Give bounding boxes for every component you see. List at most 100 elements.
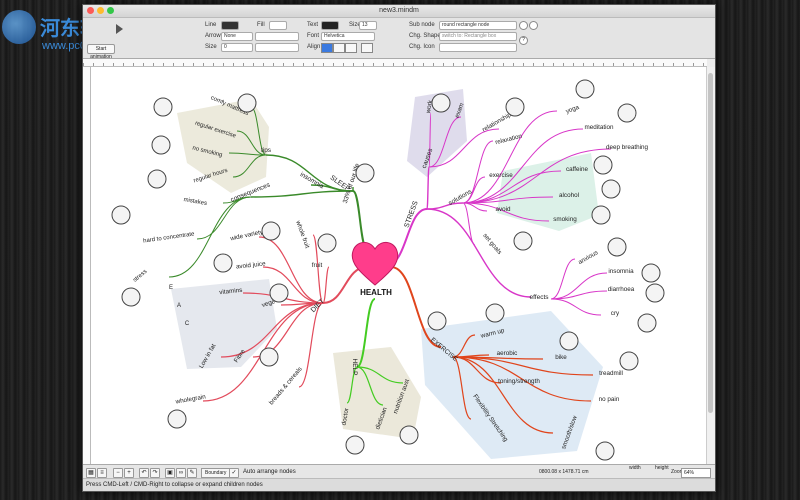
align-right-button[interactable]	[345, 43, 357, 53]
width-label: width	[629, 465, 641, 471]
node-deep-breathing[interactable]: deep breathing	[606, 144, 649, 151]
redo-button[interactable]: ↷	[150, 468, 160, 478]
node-effects[interactable]: effects	[529, 294, 549, 301]
toolbar: Start animation Line Fill Arrow None Siz…	[83, 18, 715, 60]
close-button[interactable]	[87, 7, 94, 14]
minimize-button[interactable]	[97, 7, 104, 14]
cyclists-icon	[427, 311, 447, 331]
list-button[interactable]: ≡	[97, 468, 107, 478]
size-select[interactable]: 0	[221, 43, 253, 52]
node-whole-fruit[interactable]: whole fruit	[294, 219, 311, 250]
height-label: height	[655, 465, 669, 471]
text-color-well[interactable]	[321, 21, 339, 30]
node-mistakes[interactable]: mistakes	[183, 197, 207, 207]
heart-couple-icon	[505, 97, 525, 117]
node-bike[interactable]: bike	[555, 354, 567, 361]
grapes-icon	[317, 233, 337, 253]
goals-icon	[513, 231, 533, 251]
node-hard-to-concentrate[interactable]: hard to concentrate	[143, 231, 196, 244]
node-smoking[interactable]: smoking	[553, 216, 577, 223]
node-vitamin-a[interactable]: A	[177, 303, 181, 309]
fill-color-well[interactable]	[269, 21, 287, 30]
help-icon[interactable]: ?	[519, 36, 528, 45]
doctor-icon	[345, 435, 365, 455]
node-vitamin-e[interactable]: E	[169, 285, 173, 291]
bold-button[interactable]	[361, 43, 373, 53]
node-cry[interactable]: cry	[611, 310, 620, 317]
image-button[interactable]: ▣	[165, 468, 175, 478]
boundary-button[interactable]: Boundary	[201, 468, 231, 478]
node-wide-variety[interactable]: wide variety	[229, 228, 265, 242]
app-window: new3.mindm Start animation Line Fill Arr…	[82, 4, 716, 492]
zoom-button[interactable]	[107, 7, 114, 14]
node-help[interactable]: HELP	[351, 359, 358, 376]
zoom-in-button[interactable]: +	[124, 468, 134, 478]
node-stress[interactable]: stress	[132, 269, 148, 284]
line-width-select[interactable]	[255, 43, 299, 52]
diet-breads-cereals-link	[298, 302, 324, 388]
node-breads-cereals[interactable]: breads & cereals	[268, 366, 304, 407]
node-exercise[interactable]: exercise	[489, 172, 513, 179]
solutions-link	[426, 202, 464, 210]
grid-button[interactable]: ▦	[86, 468, 96, 478]
line-label: Line	[205, 22, 217, 28]
no-smoking-icon	[151, 135, 171, 155]
auto-arrange-toggle[interactable]: ✓	[229, 468, 239, 478]
node-toning-strength[interactable]: toning/strength	[498, 378, 540, 385]
line-color-well[interactable]	[221, 21, 239, 30]
vertical-scrollbar[interactable]	[706, 67, 715, 465]
align-left-button[interactable]	[321, 43, 333, 53]
chg-icon-field[interactable]	[439, 43, 517, 52]
chg-shape-select[interactable]: switch to: Rectangle box	[439, 32, 517, 41]
node-insomnia[interactable]: insomnia	[608, 268, 634, 275]
arrow-select[interactable]: None	[221, 32, 253, 41]
link-button[interactable]: ∞	[176, 468, 186, 478]
node-alcohol[interactable]: alcohol	[559, 192, 579, 199]
node-yoga[interactable]: yoga	[565, 104, 581, 115]
zoom-select[interactable]: 64%	[681, 468, 711, 478]
line-style-select[interactable]	[255, 32, 299, 41]
node-vitamin-c[interactable]: C	[185, 321, 190, 327]
mindmap-canvas[interactable]: SLEEP 33% of our life insomnia tips conseque…	[91, 67, 707, 465]
node-set-goals[interactable]: set goals	[481, 232, 503, 256]
node-avoid-juice[interactable]: avoid juice	[236, 260, 267, 270]
diet-link	[322, 266, 368, 304]
node-wholegrain[interactable]: wholegrain	[174, 393, 207, 405]
node-caffeine[interactable]: caffeine	[566, 166, 588, 173]
node-relaxation[interactable]: relaxation	[495, 133, 524, 147]
node-treadmill[interactable]: treadmill	[599, 370, 623, 377]
style-button[interactable]: ✎	[187, 468, 197, 478]
node-fruit[interactable]: fruit	[312, 262, 323, 269]
sol-set-goals-link	[462, 202, 476, 246]
node-tips[interactable]: tips	[261, 147, 272, 154]
text-label: Text	[307, 22, 319, 28]
effects-link	[426, 208, 532, 298]
node-diarrhoea[interactable]: diarrhoea	[608, 286, 635, 293]
start-animation-button[interactable]: Start animation	[87, 44, 115, 60]
text-size-field[interactable]: 13	[359, 21, 377, 30]
runner-icon	[485, 303, 505, 323]
node-aerobic[interactable]: aerobic	[497, 350, 518, 357]
node-no-pain[interactable]: no pain	[599, 396, 620, 403]
node-meditation[interactable]: meditation	[584, 124, 614, 131]
undo-button[interactable]: ↶	[139, 468, 149, 478]
node-avoid[interactable]: avoid	[495, 206, 511, 213]
diet-fruit-link	[322, 266, 330, 304]
person-icon	[153, 97, 173, 117]
font-select[interactable]: Helvetica	[321, 32, 375, 41]
add-node-button[interactable]	[519, 21, 528, 30]
align-center-button[interactable]	[333, 43, 345, 53]
center-node[interactable]: HEALTH	[351, 242, 399, 297]
zoom-out-button[interactable]: −	[113, 468, 123, 478]
status-bar: Press CMD-Left / CMD-Right to collapse o…	[83, 478, 715, 491]
scroll-thumb[interactable]	[708, 73, 713, 413]
play-icon[interactable]	[116, 24, 123, 34]
weights-icon	[595, 441, 615, 461]
node-insomnia[interactable]: insomnia	[299, 171, 325, 190]
font-label: Font	[307, 33, 320, 39]
eff-cry-link	[550, 298, 602, 316]
settings-icon[interactable]	[529, 21, 538, 30]
node-anxious[interactable]: anxious	[577, 249, 599, 266]
coords-readout: 0800.08 x 1478.71 cm	[539, 469, 589, 475]
subnode-select[interactable]: round rectangle node	[439, 21, 517, 30]
